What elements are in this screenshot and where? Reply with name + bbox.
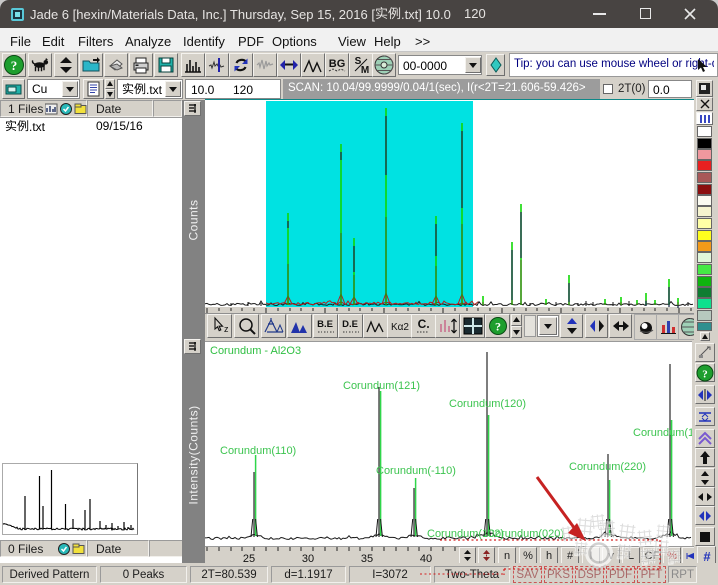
svg-text:Corundum(120): Corundum(120): [449, 398, 526, 410]
svg-text:D.E: D.E: [342, 319, 358, 330]
svg-text:BG: BG: [329, 58, 346, 70]
svg-text:Corundum(020): Corundum(020): [487, 528, 564, 540]
svg-text:Corundum(121): Corundum(121): [343, 380, 420, 392]
svg-text:Corundum(-110): Corundum(-110): [376, 465, 456, 477]
svg-text:z: z: [224, 324, 229, 334]
svg-text:B.E: B.E: [317, 319, 333, 330]
svg-text:Corundum(220): Corundum(220): [569, 461, 646, 473]
svg-text:#: #: [703, 549, 711, 564]
svg-text:?: ?: [11, 58, 18, 73]
svg-text:?: ?: [495, 320, 501, 334]
svg-text:?: ?: [702, 368, 708, 380]
svg-text:C: C: [417, 317, 426, 331]
svg-text:Corundum(110): Corundum(110): [220, 445, 296, 457]
svg-text:Kα2: Kα2: [390, 322, 408, 333]
svg-text:M: M: [361, 65, 369, 76]
svg-text:Corundum(12: Corundum(12: [633, 427, 692, 439]
svg-text:Corundum - Al2O3: Corundum - Al2O3: [210, 345, 301, 357]
